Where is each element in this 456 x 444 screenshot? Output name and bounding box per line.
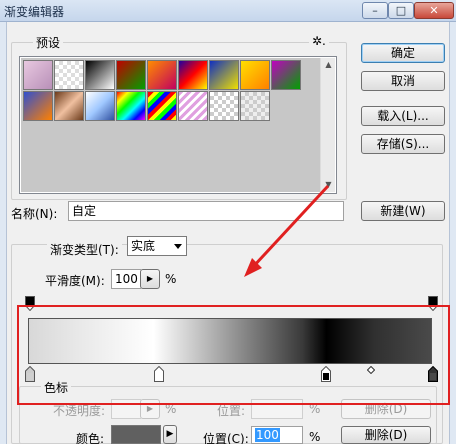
color-location-label: 位置(C): <box>203 432 249 444</box>
preset-swatch[interactable] <box>54 60 84 90</box>
preset-swatch[interactable] <box>23 60 53 90</box>
load-button[interactable]: 载入(L)... <box>361 106 445 126</box>
smoothness-unit: % <box>165 272 177 286</box>
presets-label: 预设 <box>33 34 64 51</box>
cancel-button[interactable]: 取消 <box>361 71 445 91</box>
save-button[interactable]: 存储(S)... <box>361 134 445 154</box>
ok-button[interactable]: 确定 <box>361 43 445 63</box>
gradient-type-select[interactable]: 实底 <box>127 236 187 256</box>
preset-swatch[interactable] <box>209 60 239 90</box>
smoothness-field[interactable]: 100 <box>111 269 141 289</box>
dialog-client: 预设 ✲. ▲ ▼ 确定 取消 载入(L)... 存储(S)... 名称(N):… <box>6 22 450 444</box>
minimize-button[interactable]: – <box>362 2 388 19</box>
preset-swatch[interactable] <box>54 91 84 121</box>
new-button[interactable]: 新建(W) <box>361 201 445 221</box>
preset-swatch[interactable] <box>178 91 208 121</box>
color-location-unit: % <box>309 430 321 444</box>
preset-swatch[interactable] <box>85 91 115 121</box>
presets-scrollbar[interactable]: ▲ ▼ <box>320 58 335 192</box>
scroll-down-icon[interactable]: ▼ <box>321 178 336 192</box>
maximize-button[interactable]: □ <box>388 2 414 19</box>
preset-swatch[interactable] <box>147 60 177 90</box>
color-label: 颜色: <box>76 432 105 444</box>
smoothness-stepper[interactable]: ▶ <box>140 269 160 289</box>
preset-swatch[interactable] <box>240 91 270 121</box>
preset-swatch[interactable] <box>85 60 115 90</box>
gear-icon[interactable]: ✲. <box>309 34 329 48</box>
preset-swatch[interactable] <box>271 60 301 90</box>
preset-swatch[interactable] <box>116 60 146 90</box>
gradient-type-value: 实底 <box>131 239 156 253</box>
color-location-field[interactable]: 100 <box>251 426 303 444</box>
color-menu-button[interactable]: ▶ <box>163 425 177 444</box>
color-swatch[interactable] <box>111 425 161 444</box>
chevron-down-icon <box>174 244 182 249</box>
smoothness-label: 平滑度(M): <box>45 274 105 288</box>
color-location-value: 100 <box>255 428 280 442</box>
name-label: 名称(N): <box>11 207 58 221</box>
name-field[interactable]: 自定 <box>68 201 344 221</box>
annotation-highlight-box <box>17 305 450 405</box>
preset-swatch[interactable] <box>209 91 239 121</box>
scroll-up-icon[interactable]: ▲ <box>321 58 336 72</box>
preset-swatch[interactable] <box>147 91 177 121</box>
presets-swatch-area <box>21 58 321 192</box>
preset-swatch[interactable] <box>23 91 53 121</box>
preset-swatch[interactable] <box>240 60 270 90</box>
close-button[interactable]: ✕ <box>414 2 454 19</box>
preset-swatch[interactable] <box>116 91 146 121</box>
delete-color-button[interactable]: 删除(D) <box>341 426 431 444</box>
window-title: 渐变编辑器 <box>4 5 65 19</box>
presets-list[interactable]: ▲ ▼ <box>19 56 337 194</box>
smoothness-value: 100 <box>115 272 138 286</box>
title-bar: 渐变编辑器 – □ ✕ <box>0 0 456 22</box>
gradient-type-label: 渐变类型(T): <box>47 241 122 258</box>
preset-swatch[interactable] <box>178 60 208 90</box>
